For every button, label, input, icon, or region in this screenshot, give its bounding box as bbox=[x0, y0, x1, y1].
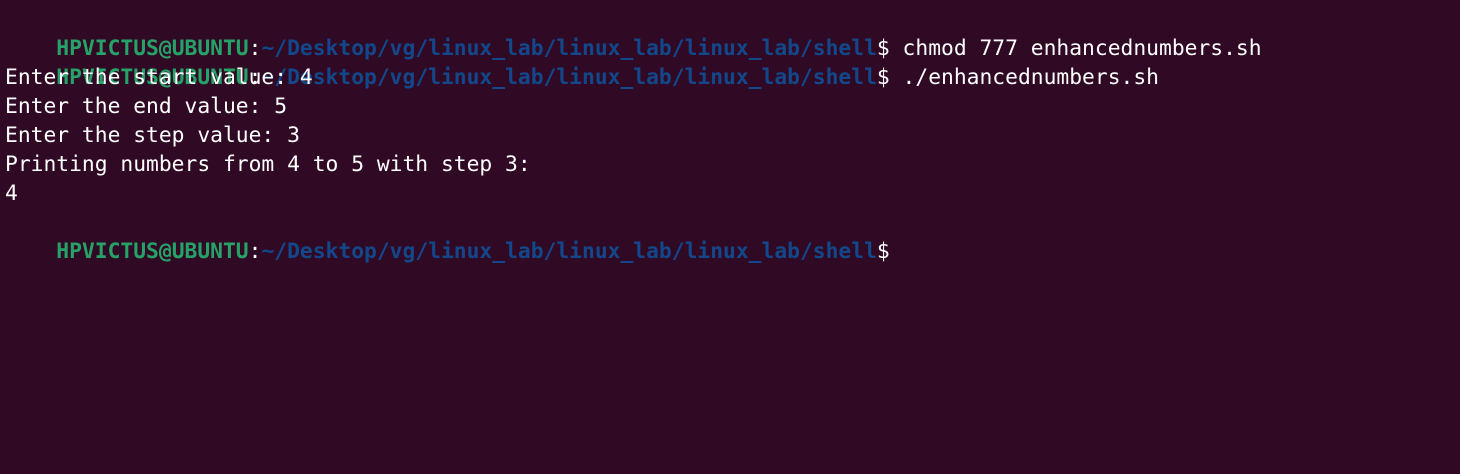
prompt-command: chmod 777 enhancednumbers.sh bbox=[889, 36, 1262, 61]
prompt-separator: : bbox=[248, 239, 262, 264]
prompt-separator: : bbox=[248, 36, 262, 61]
terminal-output-line: Printing numbers from 4 to 5 with step 3… bbox=[5, 152, 531, 177]
terminal-output-line: 4 bbox=[5, 181, 18, 206]
terminal-output-line: Enter the step value: 3 bbox=[5, 123, 300, 148]
prompt-path: ~/Desktop/vg/linux_lab/linux_lab/linux_l… bbox=[261, 239, 877, 264]
terminal-output-line: Enter the end value: 5 bbox=[5, 94, 288, 119]
prompt-path: ~/Desktop/vg/linux_lab/linux_lab/linux_l… bbox=[261, 65, 877, 90]
prompt-command: ./enhancednumbers.sh bbox=[889, 65, 1159, 90]
prompt-user-host: HPVICTUS@UBUNTU bbox=[56, 36, 249, 61]
prompt-symbol: $ bbox=[876, 36, 890, 61]
prompt-user-host: HPVICTUS@UBUNTU bbox=[56, 239, 249, 264]
terminal-window[interactable]: HPVICTUS@UBUNTU:~/Desktop/vg/linux_lab/l… bbox=[0, 0, 1460, 474]
prompt-symbol: $ bbox=[876, 65, 890, 90]
prompt-symbol: $ bbox=[876, 239, 890, 264]
terminal-prompt-line-current[interactable]: HPVICTUS@UBUNTU:~/Desktop/vg/linux_lab/l… bbox=[5, 208, 1460, 264]
prompt-path: ~/Desktop/vg/linux_lab/linux_lab/linux_l… bbox=[261, 36, 877, 61]
terminal-prompt-line: HPVICTUS@UBUNTU:~/Desktop/vg/linux_lab/l… bbox=[5, 5, 1460, 61]
